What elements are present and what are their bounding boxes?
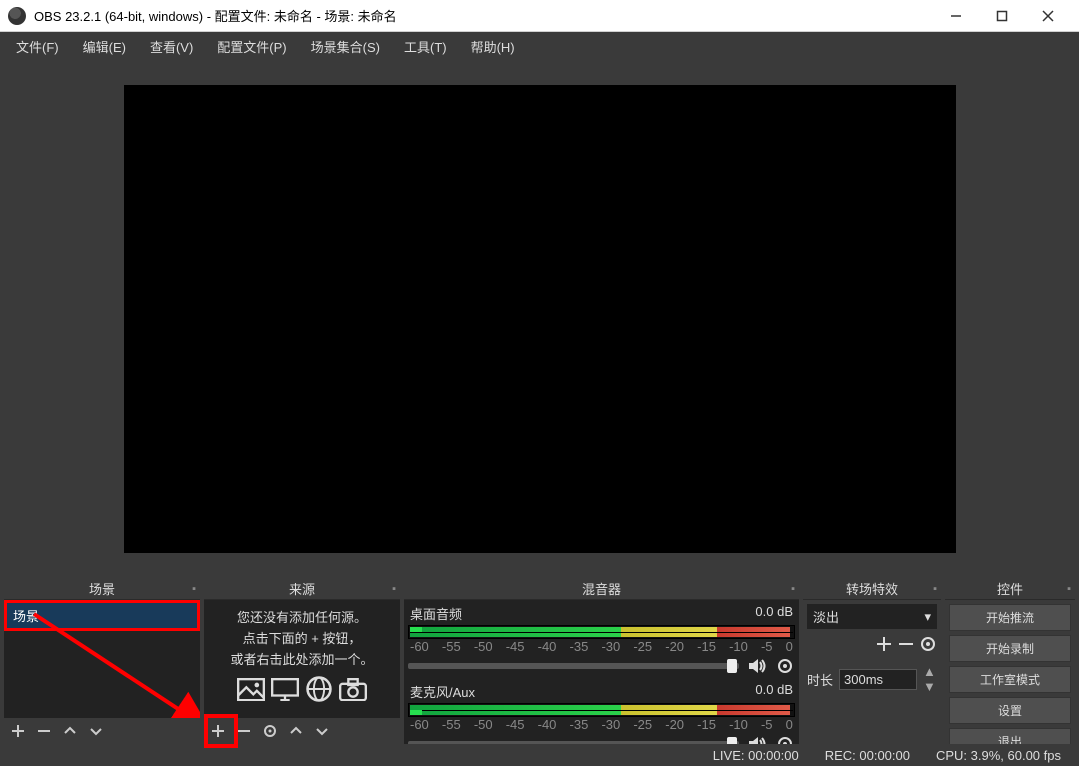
status-rec: REC: 00:00:00: [825, 748, 910, 763]
start-recording-button[interactable]: 开始录制: [949, 635, 1071, 662]
status-bar: LIVE: 00:00:00 REC: 00:00:00 CPU: 3.9%, …: [0, 744, 1079, 766]
controls-dock: 控件 ▪ 开始推流 开始录制 工作室模式 设置 退出: [945, 578, 1075, 744]
sources-dock: 来源 ▪ 您还没有添加任何源。 点击下面的 + 按钮， 或者右击此处添加一个。: [204, 578, 400, 744]
scenes-dock: 场景 ▪ 场景: [4, 578, 200, 744]
docks-row: 场景▪ 场景 来源▪ 您还没有添加任何源。: [0, 578, 1079, 744]
sources-title: 来源: [289, 579, 315, 598]
sources-header[interactable]: 来源 ▪: [204, 578, 400, 600]
controls-title: 控件: [997, 579, 1023, 598]
status-cpu: CPU: 3.9%, 60.00 fps: [936, 748, 1061, 763]
scene-remove-button[interactable]: [36, 723, 52, 739]
channel-db: 0.0 dB: [755, 604, 793, 623]
settings-button[interactable]: 设置: [949, 697, 1071, 724]
scene-item-active[interactable]: 场景: [4, 600, 200, 631]
transition-select[interactable]: 淡出▾: [807, 604, 937, 629]
sources-empty-message: 您还没有添加任何源。 点击下面的 + 按钮， 或者右击此处添加一个。: [208, 604, 396, 674]
preview-area: [0, 60, 1079, 578]
channel-name: 麦克风/Aux: [410, 682, 475, 701]
channel-db: 0.0 dB: [755, 682, 793, 701]
scenes-toolbar: [4, 718, 200, 744]
menu-view[interactable]: 查看(V): [140, 34, 203, 59]
menu-tools[interactable]: 工具(T): [394, 34, 457, 59]
source-remove-button[interactable]: [236, 723, 252, 739]
undock-icon[interactable]: ▪: [933, 583, 937, 595]
scene-move-up-button[interactable]: [62, 723, 78, 739]
globe-icon: [305, 678, 333, 700]
obs-logo-icon: [8, 7, 26, 25]
studio-mode-button[interactable]: 工作室模式: [949, 666, 1071, 693]
source-move-down-button[interactable]: [314, 723, 330, 739]
duration-label: 时长: [807, 670, 833, 689]
scenes-title: 场景: [89, 579, 115, 598]
sources-toolbar: [204, 718, 400, 744]
scene-move-down-button[interactable]: [88, 723, 104, 739]
window-titlebar: OBS 23.2.1 (64-bit, windows) - 配置文件: 未命名…: [0, 0, 1079, 32]
controls-header[interactable]: 控件 ▪: [945, 578, 1075, 600]
display-icon: [271, 678, 299, 700]
transition-settings-button[interactable]: [919, 635, 937, 656]
channel-name: 桌面音频: [410, 604, 462, 623]
mixer-channel-mic-aux: 麦克风/Aux 0.0 dB -60-55-50-45-40-35-30-25-2…: [408, 682, 795, 744]
undock-icon[interactable]: ▪: [1067, 583, 1071, 595]
mixer-dock: 混音器 ▪ 桌面音频 0.0 dB -60-55-50-45-40-35-30-25…: [404, 578, 799, 744]
meter-ticks: -60-55-50-45-40-35-30-25-20-15-10-50: [408, 717, 795, 732]
speaker-icon[interactable]: [747, 734, 767, 744]
undock-icon[interactable]: ▪: [392, 583, 396, 595]
window-title: OBS 23.2.1 (64-bit, windows) - 配置文件: 未命名…: [34, 6, 933, 25]
preview-canvas[interactable]: [124, 85, 956, 553]
menubar: 文件(F) 编辑(E) 查看(V) 配置文件(P) 场景集合(S) 工具(T) …: [0, 32, 1079, 60]
mixer-title: 混音器: [582, 579, 621, 598]
menu-file[interactable]: 文件(F): [6, 34, 69, 59]
close-button[interactable]: [1025, 0, 1071, 31]
transitions-dock: 转场特效 ▪ 淡出▾ 时长 ▲▼: [803, 578, 941, 744]
exit-button[interactable]: 退出: [949, 728, 1071, 744]
scenes-header[interactable]: 场景 ▪: [4, 578, 200, 600]
transition-add-button[interactable]: [875, 635, 893, 656]
menu-scene-collection[interactable]: 场景集合(S): [301, 34, 390, 59]
transition-remove-button[interactable]: [897, 635, 915, 656]
volume-slider[interactable]: [408, 741, 739, 744]
transitions-header[interactable]: 转场特效 ▪: [803, 578, 941, 600]
meter-ticks: -60-55-50-45-40-35-30-25-20-15-10-50: [408, 639, 795, 654]
scene-add-button[interactable]: [10, 723, 26, 739]
transitions-title: 转场特效: [846, 579, 898, 598]
source-add-button[interactable]: [210, 723, 226, 739]
status-live: LIVE: 00:00:00: [713, 748, 799, 763]
minimize-button[interactable]: [933, 0, 979, 31]
volume-slider[interactable]: [408, 663, 739, 669]
start-streaming-button[interactable]: 开始推流: [949, 604, 1071, 631]
source-move-up-button[interactable]: [288, 723, 304, 739]
image-icon: [237, 678, 265, 700]
gear-icon[interactable]: [775, 734, 795, 744]
duration-input[interactable]: [839, 669, 917, 690]
chevron-down-icon: ▾: [924, 609, 931, 625]
sources-placeholder-icons: [208, 678, 396, 700]
menu-profile[interactable]: 配置文件(P): [207, 34, 296, 59]
menu-edit[interactable]: 编辑(E): [73, 34, 136, 59]
undock-icon[interactable]: ▪: [791, 583, 795, 595]
gear-icon[interactable]: [775, 656, 795, 676]
speaker-icon[interactable]: [747, 656, 767, 676]
vu-meter: [408, 625, 795, 639]
undock-icon[interactable]: ▪: [192, 583, 196, 595]
mixer-header[interactable]: 混音器 ▪: [404, 578, 799, 600]
source-settings-button[interactable]: [262, 723, 278, 739]
duration-spinner[interactable]: ▲▼: [923, 664, 937, 694]
vu-meter: [408, 703, 795, 717]
camera-icon: [339, 678, 367, 700]
mixer-channel-desktop-audio: 桌面音频 0.0 dB -60-55-50-45-40-35-30-25-20-1…: [408, 604, 795, 676]
maximize-button[interactable]: [979, 0, 1025, 31]
menu-help[interactable]: 帮助(H): [461, 34, 525, 59]
